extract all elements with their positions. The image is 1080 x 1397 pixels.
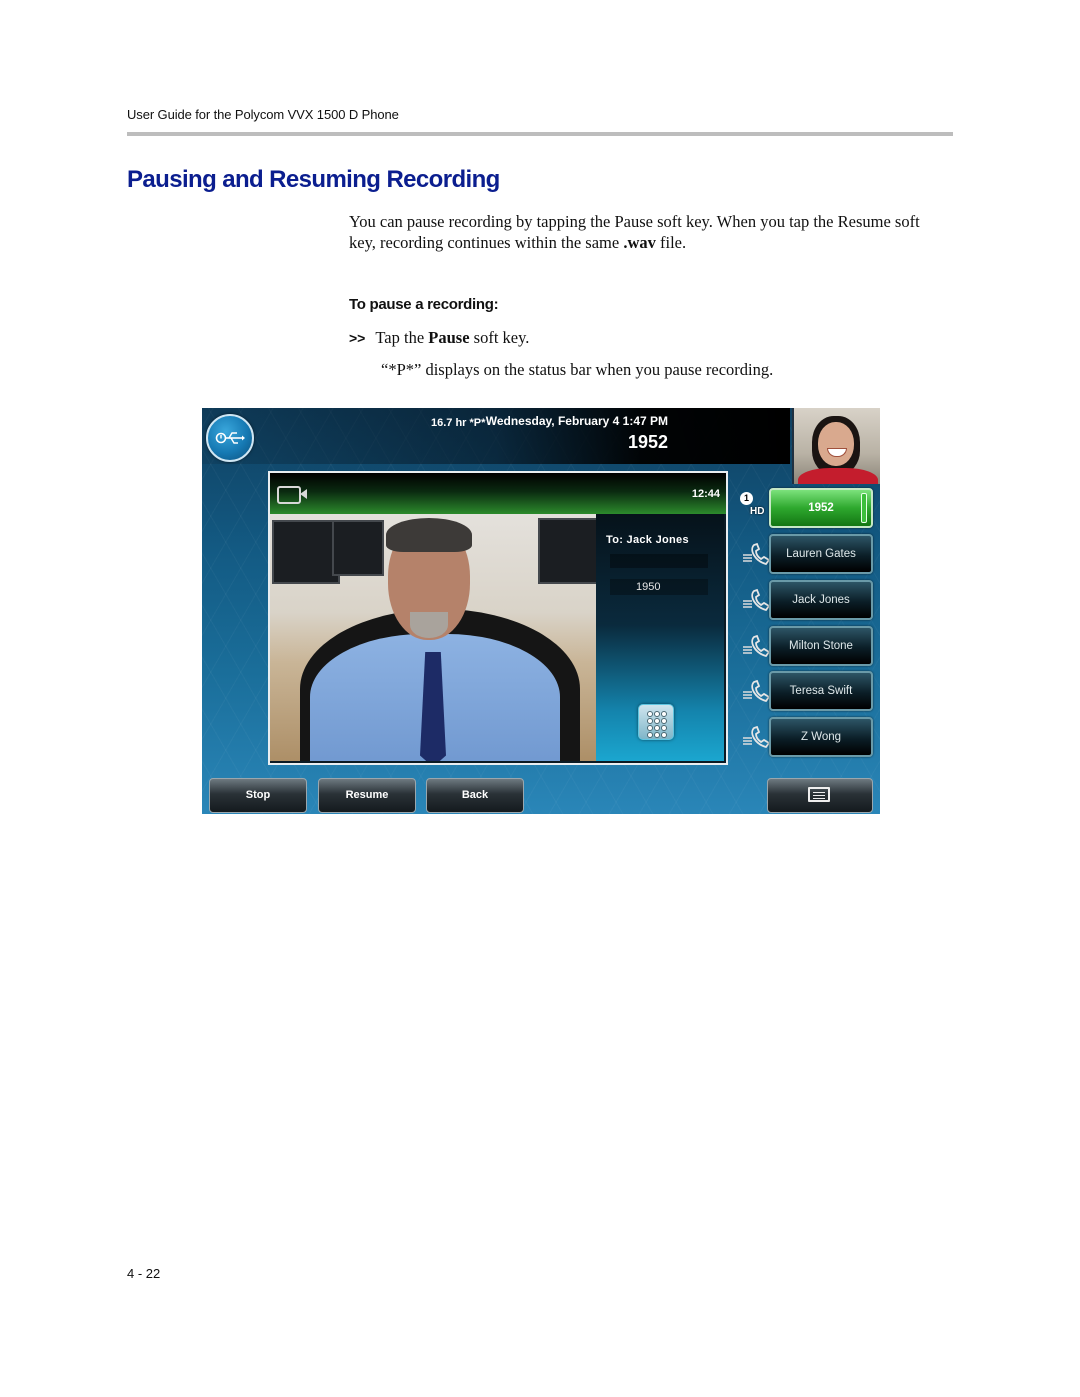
status-bar: 16.7 hr *P* Wednesday, February 4 1:47 P… xyxy=(202,408,790,464)
step-result: “*P*” displays on the status bar when yo… xyxy=(381,360,774,379)
line-key-jack-jones[interactable]: Jack Jones xyxy=(769,580,873,620)
monitor xyxy=(272,520,340,584)
procedure-step: >> Tap the Pause soft key. xyxy=(349,328,529,348)
step-text-post: soft key. xyxy=(469,328,530,347)
section-title: Pausing and Resuming Recording xyxy=(127,166,500,193)
running-header: User Guide for the Polycom VVX 1500 D Ph… xyxy=(127,107,399,122)
handset-icon xyxy=(743,634,771,658)
line-key-lauren-gates[interactable]: Lauren Gates xyxy=(769,534,873,574)
stop-soft-key[interactable]: Stop xyxy=(209,778,307,813)
monitor xyxy=(332,520,384,576)
menu-icon xyxy=(808,787,830,802)
dialpad-icon xyxy=(647,711,667,738)
blank-field xyxy=(610,554,708,568)
call-window: 12:44 To: Jack Jones 1950 xyxy=(268,471,728,765)
video-camera-icon xyxy=(277,486,307,504)
dialpad-button[interactable] xyxy=(638,704,674,740)
handset-icon xyxy=(743,542,771,566)
line-count-badge: 1 xyxy=(740,492,753,505)
line-key-label: Lauren Gates xyxy=(786,548,856,560)
line-key-label: Jack Jones xyxy=(792,594,850,606)
step-marker: >> xyxy=(349,330,366,346)
line-key-milton-stone[interactable]: Milton Stone xyxy=(769,626,873,666)
menu-button[interactable] xyxy=(767,778,873,813)
dialed-number: 1950 xyxy=(610,579,708,595)
line-key-label: Milton Stone xyxy=(789,640,853,652)
hd-audio-indicator: 1 HD xyxy=(740,492,770,522)
far-end-video xyxy=(270,514,596,761)
usb-icon xyxy=(215,432,245,444)
call-recipient: To: Jack Jones xyxy=(606,534,689,546)
back-soft-key[interactable]: Back xyxy=(426,778,524,813)
intro-text-2: file. xyxy=(655,233,687,252)
handset-icon xyxy=(743,679,771,703)
line-led-indicator xyxy=(861,493,867,523)
self-view-video xyxy=(792,408,880,484)
date-time: Wednesday, February 4 1:47 PM xyxy=(485,414,668,428)
intro-paragraph: You can pause recording by tapping the P… xyxy=(349,211,949,253)
line-key-teresa-swift[interactable]: Teresa Swift xyxy=(769,671,873,711)
line-number: 1952 xyxy=(627,432,668,452)
hd-icon: HD xyxy=(750,506,765,517)
handset-icon xyxy=(743,588,771,612)
call-header: 12:44 xyxy=(270,473,726,514)
resume-soft-key[interactable]: Resume xyxy=(318,778,416,813)
page-number: 4 - 22 xyxy=(127,1266,161,1281)
call-info-panel: To: Jack Jones 1950 xyxy=(596,514,724,761)
handset-icon xyxy=(743,725,771,749)
header-rule xyxy=(127,132,953,136)
line-key-label: Z Wong xyxy=(800,731,842,743)
monitor xyxy=(538,518,596,584)
line-key-label: 1952 xyxy=(808,502,834,514)
call-timer: 12:44 xyxy=(691,488,720,500)
line-key-label: Teresa Swift xyxy=(789,685,853,697)
phone-screen: 16.7 hr *P* Wednesday, February 4 1:47 P… xyxy=(202,408,880,814)
line-key-1952[interactable]: 1952 xyxy=(769,488,873,528)
usb-recording-icon[interactable] xyxy=(206,414,254,462)
recording-status: 16.7 hr *P* xyxy=(431,417,486,429)
procedure-heading: To pause a recording: xyxy=(349,296,499,313)
intro-text-bold: .wav xyxy=(623,233,656,252)
line-key-z-wong[interactable]: Z Wong xyxy=(769,717,873,757)
step-text-bold: Pause xyxy=(428,328,470,347)
step-text-pre: Tap the xyxy=(375,328,429,347)
